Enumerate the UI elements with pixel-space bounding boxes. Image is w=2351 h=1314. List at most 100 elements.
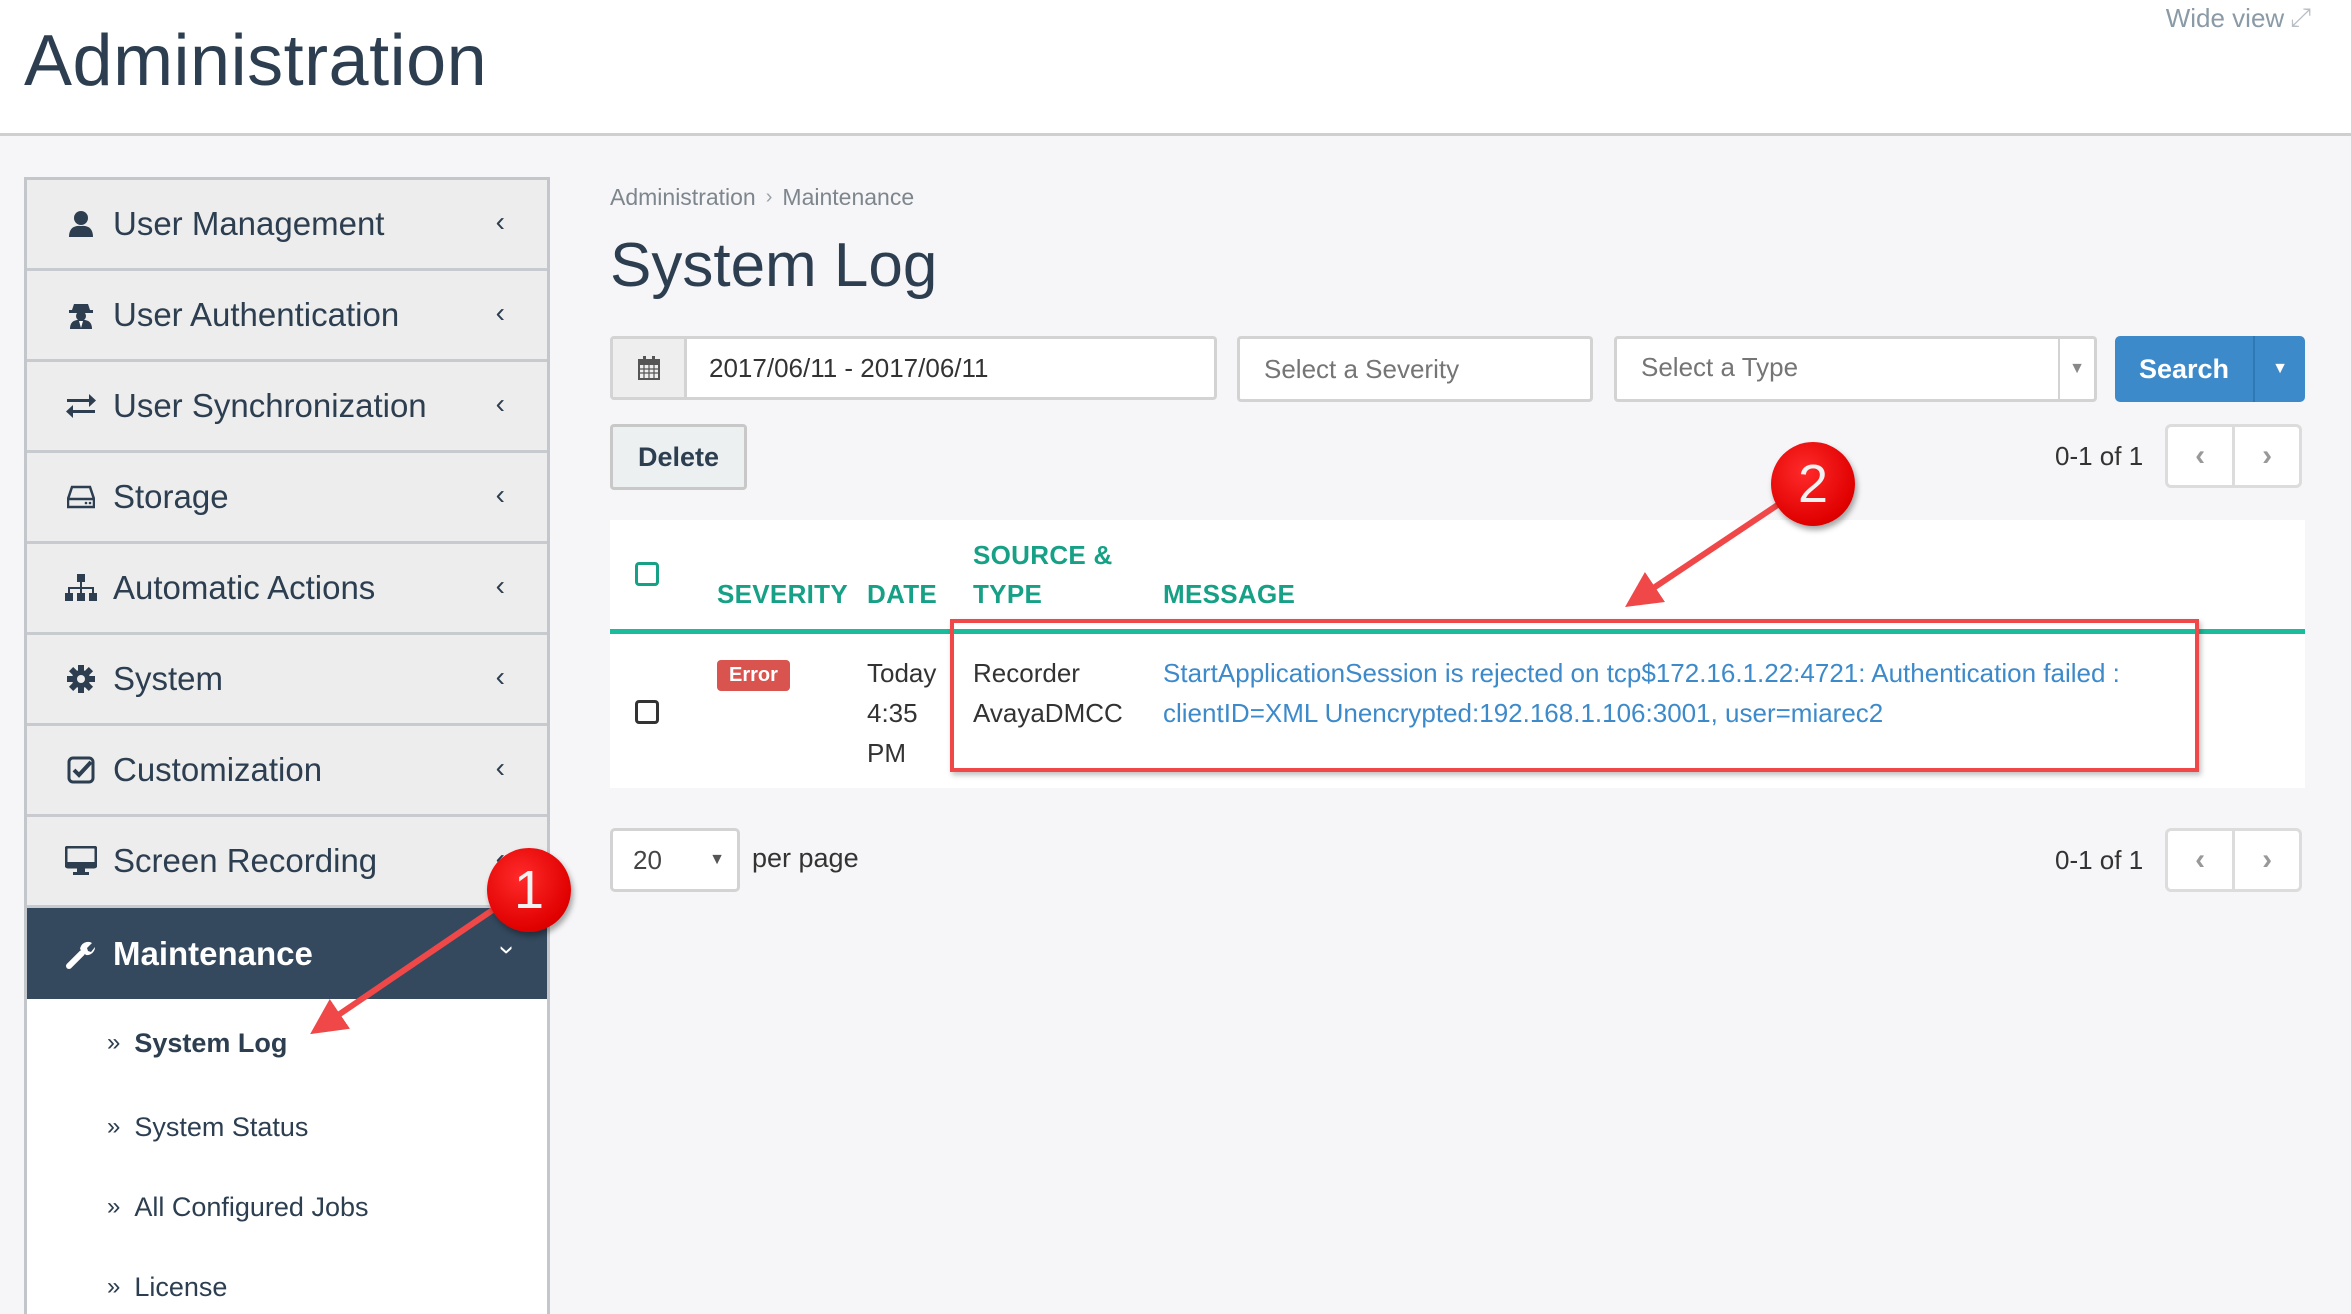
sidebar-item-user-authentication[interactable]: User Authentication ‹ (27, 271, 547, 362)
chevron-right-icon: › (2262, 843, 2273, 876)
search-button[interactable]: Search (2115, 336, 2253, 402)
hdd-icon (63, 485, 99, 509)
chevron-left-icon: ‹ (2195, 439, 2206, 472)
date-time: 4:35 (867, 698, 918, 728)
chevron-left-icon: ‹ (2195, 843, 2206, 876)
sidebar-subitem-system-status[interactable]: » System Status (27, 1087, 547, 1167)
severity-input[interactable] (1240, 339, 1590, 399)
double-chevron-right-icon: » (107, 1193, 121, 1220)
sidebar-item-user-management[interactable]: User Management ‹ (27, 180, 547, 271)
annotation-marker-2: 2 (1771, 442, 1855, 526)
row-checkbox[interactable] (635, 700, 659, 724)
chevron-left-icon: ‹ (495, 570, 505, 601)
sidebar-subitem-label: System Log (134, 1027, 288, 1058)
sitemap-icon (63, 574, 99, 602)
column-header-severity[interactable]: SEVERITY (717, 575, 848, 614)
pagination-range: 0-1 of 1 (2055, 440, 2144, 471)
wide-view-link[interactable]: Wide view ⤢ (2166, 2, 2311, 34)
sidebar-subitem-label: System Status (134, 1111, 309, 1142)
sidebar-item-label: Storage (113, 478, 229, 515)
sidebar-subitem-label: All Configured Jobs (134, 1191, 369, 1222)
sidebar-item-screen-recording[interactable]: Screen Recording ‹ (27, 817, 547, 908)
sidebar-item-label: User Synchronization (113, 387, 427, 424)
wide-view-label: Wide view (2165, 2, 2285, 33)
chevron-left-icon: ‹ (495, 206, 505, 237)
row-source-type: Recorder AvayaDMCC (973, 653, 1123, 733)
date-ampm: PM (867, 738, 906, 768)
double-chevron-right-icon: » (107, 1029, 121, 1056)
column-header-message[interactable]: MESSAGE (1163, 575, 1295, 614)
row-source: Recorder (973, 658, 1080, 688)
app-title: Administration (24, 21, 488, 101)
prev-page-button[interactable]: ‹ (2168, 831, 2236, 889)
column-header-source-type[interactable]: SOURCE & TYPE (973, 536, 1113, 614)
breadcrumb: Administration › Maintenance (610, 184, 914, 211)
sidebar-item-label: User Management (113, 205, 385, 242)
delete-button[interactable]: Delete (610, 424, 747, 490)
check-square-icon (63, 756, 99, 784)
pagination-range: 0-1 of 1 (2055, 844, 2144, 875)
row-date: Today 4:35 PM (867, 653, 936, 773)
exchange-icon (63, 394, 99, 418)
type-input[interactable] (1617, 339, 2058, 399)
row-message-link[interactable]: StartApplicationSession is rejected on t… (1163, 653, 2120, 733)
sidebar-nav: User Management ‹ User Authentication ‹ … (24, 177, 550, 1314)
column-header-source-line1: SOURCE & (973, 540, 1113, 570)
caret-down-icon: ▼ (709, 851, 725, 868)
table-header: SEVERITY DATE SOURCE & TYPE MESSAGE (610, 520, 2305, 634)
date-day: Today (867, 658, 937, 688)
message-line: clientID=XML Unencrypted:192.168.1.106:3… (1163, 698, 1884, 728)
calendar-icon[interactable] (613, 339, 687, 397)
type-select[interactable]: ▼ (1614, 336, 2097, 402)
column-header-source-line2: TYPE (973, 579, 1043, 609)
message-line: StartApplicationSession is rejected on t… (1163, 658, 2120, 688)
top-bar: Administration Wide view ⤢ (0, 0, 2351, 136)
chevron-left-icon: ‹ (495, 388, 505, 419)
sidebar-item-label: Maintenance (113, 934, 313, 972)
chevron-left-icon: ‹ (495, 661, 505, 692)
prev-page-button[interactable]: ‹ (2168, 427, 2236, 485)
chevron-down-icon: ‹ (488, 945, 520, 955)
next-page-button[interactable]: › (2235, 831, 2299, 889)
sidebar-item-system[interactable]: System ‹ (27, 635, 547, 726)
breadcrumb-item-administration[interactable]: Administration (610, 184, 756, 211)
search-dropdown-toggle[interactable]: ▼ (2253, 336, 2305, 402)
date-range-input[interactable] (687, 339, 1214, 397)
select-all-checkbox[interactable] (635, 562, 659, 586)
sidebar-subitem-system-log[interactable]: » System Log (27, 999, 547, 1087)
severity-select[interactable] (1237, 336, 1593, 402)
sidebar-item-automatic-actions[interactable]: Automatic Actions ‹ (27, 544, 547, 635)
user-icon (63, 210, 99, 238)
breadcrumb-item-maintenance[interactable]: Maintenance (782, 184, 914, 211)
next-page-button[interactable]: › (2235, 427, 2299, 485)
user-secret-icon (63, 300, 99, 330)
expand-icon: ⤢ (2290, 2, 2311, 32)
sidebar-subitem-label: License (134, 1271, 228, 1302)
double-chevron-right-icon: » (107, 1273, 121, 1300)
per-page-select[interactable]: 20 ▼ (610, 828, 740, 892)
breadcrumb-separator-icon: › (765, 186, 773, 208)
column-header-date[interactable]: DATE (867, 575, 937, 614)
sidebar-item-storage[interactable]: Storage ‹ (27, 453, 547, 544)
page-title: System Log (610, 231, 938, 300)
sidebar-subitem-license[interactable]: » License (27, 1247, 547, 1314)
chevron-left-icon: ‹ (495, 752, 505, 783)
sidebar-item-customization[interactable]: Customization ‹ (27, 726, 547, 817)
caret-down-icon[interactable]: ▼ (2058, 339, 2094, 399)
pagination-bottom: 0-1 of 1 ‹ › (2055, 828, 2303, 892)
gear-icon (63, 665, 99, 693)
desktop-icon (63, 846, 99, 876)
maintenance-submenu: » System Log » System Status » All Confi… (27, 999, 547, 1314)
chevron-right-icon: › (2262, 439, 2273, 472)
chevron-left-icon: ‹ (495, 479, 505, 510)
sidebar-item-label: Automatic Actions (113, 569, 376, 606)
sidebar-subitem-all-configured-jobs[interactable]: » All Configured Jobs (27, 1167, 547, 1247)
per-page-label: per page (752, 843, 859, 873)
date-range-picker[interactable] (610, 336, 1217, 400)
system-log-table: SEVERITY DATE SOURCE & TYPE MESSAGE Erro… (610, 520, 2305, 788)
double-chevron-right-icon: » (107, 1113, 121, 1140)
sidebar-item-maintenance[interactable]: Maintenance ‹ (27, 908, 547, 999)
chevron-left-icon: ‹ (495, 297, 505, 328)
sidebar-item-user-synchronization[interactable]: User Synchronization ‹ (27, 362, 547, 453)
wrench-icon (63, 939, 99, 969)
